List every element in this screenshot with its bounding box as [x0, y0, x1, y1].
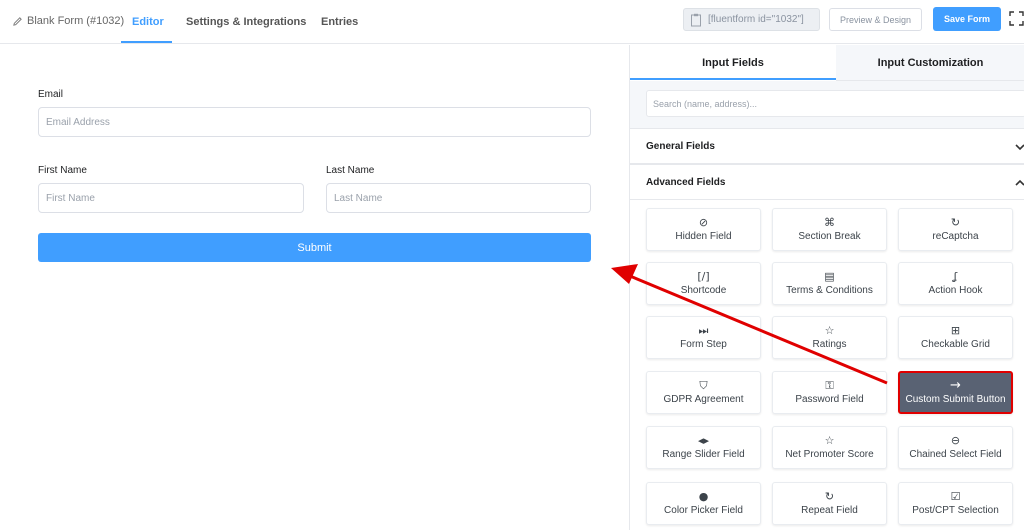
advanced-fields-title: Advanced Fields: [646, 176, 726, 188]
save-form-button[interactable]: Save Form: [933, 7, 1001, 31]
puzzle-icon: ⌘: [824, 216, 835, 229]
field-button-label: Password Field: [795, 394, 864, 405]
tab-input-fields[interactable]: Input Fields: [630, 45, 836, 81]
step-icon: ⏭: [698, 324, 709, 337]
sidebar-active-tab-indicator: [630, 78, 836, 80]
field-button-post-cpt-selection[interactable]: ☑ Post/CPT Selection: [898, 482, 1013, 525]
field-button-custom-submit-button[interactable]: → Custom Submit Button: [898, 371, 1013, 414]
field-button-password-field[interactable]: ⚿ Password Field: [772, 371, 887, 414]
star-icon: ☆: [824, 324, 835, 337]
field-button-label: Terms & Conditions: [786, 285, 873, 296]
recaptcha-icon: ↻: [950, 216, 961, 229]
field-search-placeholder: Search (name, address)...: [653, 98, 758, 109]
field-button-recaptcha[interactable]: ↻ reCaptcha: [898, 208, 1013, 251]
tab-input-customization[interactable]: Input Customization: [836, 45, 1024, 81]
form-title-text: Blank Form (#1032): [27, 15, 125, 27]
clipboard-icon: [691, 13, 701, 26]
preview-design-button[interactable]: Preview & Design: [829, 8, 922, 31]
app-window: Blank Form (#1032) Editor Settings & Int…: [0, 0, 1024, 530]
active-tab-indicator: [121, 41, 172, 43]
lock-icon: ⚿: [825, 379, 834, 392]
star-icon: ☆: [824, 434, 835, 447]
submit-button[interactable]: Submit: [38, 233, 591, 262]
shield-icon: ⛉: [699, 379, 708, 392]
field-button-label: Post/CPT Selection: [912, 505, 999, 516]
field-button-label: Ratings: [812, 339, 847, 350]
form-editor-canvas: Email Email Address First Name First Nam…: [0, 45, 629, 530]
field-button-label: reCaptcha: [932, 231, 979, 242]
shortcode-text: [fluentform id="1032"]: [708, 14, 804, 25]
field-button-form-step[interactable]: ⏭ Form Step: [646, 316, 761, 359]
field-button-repeat-field[interactable]: ↻ Repeat Field: [772, 482, 887, 525]
general-fields-title: General Fields: [646, 140, 715, 152]
email-placeholder: Email Address: [46, 116, 110, 128]
email-label: Email: [38, 89, 64, 100]
field-button-label: Color Picker Field: [664, 505, 743, 516]
field-button-terms-conditions[interactable]: ▤ Terms & Conditions: [772, 262, 887, 305]
field-button-label: Chained Select Field: [909, 449, 1002, 460]
first-name-placeholder: First Name: [46, 192, 95, 204]
general-fields-header[interactable]: General Fields: [630, 128, 1024, 164]
field-button-gdpr-agreement[interactable]: ⛉ GDPR Agreement: [646, 371, 761, 414]
field-button-label: Custom Submit Button: [905, 394, 1006, 405]
select-icon: ☑: [950, 490, 961, 503]
field-button-chained-select-field[interactable]: ⊖ Chained Select Field: [898, 426, 1013, 469]
field-button-checkable-grid[interactable]: ⊞ Checkable Grid: [898, 316, 1013, 359]
drop-icon: ●: [698, 490, 709, 503]
shortcode-copy[interactable]: [fluentform id="1032"]: [683, 8, 820, 31]
field-button-label: Repeat Field: [801, 505, 858, 516]
fields-sidebar: Input Fields Input Customization Search …: [629, 45, 1024, 530]
field-button-label: GDPR Agreement: [663, 394, 744, 405]
first-name-field[interactable]: First Name: [38, 183, 304, 213]
form-title[interactable]: Blank Form (#1032): [12, 15, 124, 27]
field-button-label: Checkable Grid: [921, 339, 990, 350]
field-button-ratings[interactable]: ☆ Ratings: [772, 316, 887, 359]
field-button-shortcode[interactable]: [/] Shortcode: [646, 262, 761, 305]
field-button-net-promoter-score[interactable]: ☆ Net Promoter Score: [772, 426, 887, 469]
tab-editor[interactable]: Editor: [132, 16, 164, 28]
field-button-label: Range Slider Field: [662, 449, 745, 460]
field-button-range-slider-field[interactable]: ◂▸ Range Slider Field: [646, 426, 761, 469]
last-name-placeholder: Last Name: [334, 192, 383, 204]
tab-entries[interactable]: Entries: [321, 16, 358, 28]
edit-pencil-icon: [13, 16, 22, 26]
field-button-section-break[interactable]: ⌘ Section Break: [772, 208, 887, 251]
field-button-label: Net Promoter Score: [785, 449, 874, 460]
email-field[interactable]: Email Address: [38, 107, 591, 137]
sidebar-tabs: Input Fields Input Customization: [630, 45, 1024, 81]
eye-slash-icon: ⊘: [698, 216, 709, 229]
top-bar: Blank Form (#1032) Editor Settings & Int…: [0, 0, 1024, 44]
last-name-label: Last Name: [326, 165, 375, 176]
tab-settings-integrations[interactable]: Settings & Integrations: [186, 16, 306, 28]
chevron-down-icon: [1015, 144, 1024, 151]
chevron-up-icon: [1015, 179, 1024, 186]
hook-icon: ʆ: [953, 270, 958, 283]
field-button-label: Action Hook: [928, 285, 983, 296]
document-icon: ▤: [824, 270, 835, 283]
field-button-label: Form Step: [680, 339, 727, 350]
range-icon: ◂▸: [697, 434, 710, 447]
field-button-label: Hidden Field: [675, 231, 732, 242]
field-button-label: Shortcode: [680, 285, 727, 296]
repeat-icon: ↻: [824, 490, 835, 503]
advanced-fields-grid: ⊘ Hidden Field ⌘ Section Break ↻ reCaptcha [/]…: [630, 200, 1024, 530]
advanced-fields-header[interactable]: Advanced Fields: [630, 164, 1024, 200]
field-button-action-hook[interactable]: ʆ Action Hook: [898, 262, 1013, 305]
arrow-right-icon: →: [950, 378, 961, 393]
field-button-color-picker-field[interactable]: ● Color Picker Field: [646, 482, 761, 525]
last-name-field[interactable]: Last Name: [326, 183, 591, 213]
shortcode-icon: [/]: [697, 270, 710, 283]
grid-icon: ⊞: [950, 324, 961, 337]
first-name-label: First Name: [38, 165, 87, 176]
field-button-hidden-field[interactable]: ⊘ Hidden Field: [646, 208, 761, 251]
field-button-label: Section Break: [798, 231, 861, 242]
link-icon: ⊖: [950, 434, 961, 447]
field-search-input[interactable]: Search (name, address)...: [646, 90, 1024, 117]
fullscreen-icon[interactable]: [1009, 11, 1024, 26]
